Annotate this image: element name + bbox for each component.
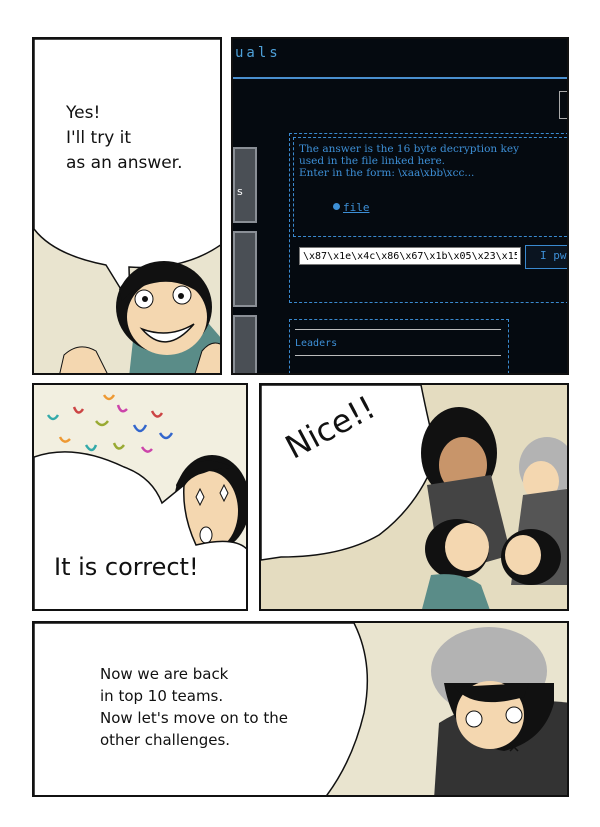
- panel-1-speech: Yes! I'll try it as an answer.: [66, 101, 183, 176]
- challenge-description: The answer is the 16 byte decryption key…: [299, 143, 559, 179]
- side-nav-button[interactable]: s: [233, 147, 257, 223]
- challenge-line: Enter in the form: \xaa\xbb\xcc...: [299, 167, 475, 179]
- challenge-line: used in the file linked here.: [299, 155, 445, 167]
- speech-line: in top 10 teams.: [100, 687, 224, 705]
- challenge-line: The answer is the 16 byte decryption key: [299, 143, 520, 155]
- side-nav-button[interactable]: [233, 231, 257, 307]
- panel-4: Nice!!: [259, 383, 569, 611]
- side-nav-button[interactable]: [233, 315, 257, 373]
- speech-line: other challenges.: [100, 731, 231, 749]
- panel-2-screen: uals s The answer is the 16 byte decrypt…: [231, 37, 569, 375]
- submit-button[interactable]: I pw: [525, 245, 567, 269]
- speech-line: I'll try it: [66, 128, 132, 148]
- panel-3: It is correct!: [32, 383, 248, 611]
- bullet-icon: [333, 203, 340, 210]
- panel-1: Yes! I'll try it as an answer.: [32, 37, 222, 375]
- panel-5-speech: Now we are back in top 10 teams. Now let…: [100, 663, 288, 751]
- panel-3-speech: It is correct!: [54, 553, 199, 581]
- leaders-divider: [295, 329, 501, 330]
- side-nav-label: s: [237, 185, 243, 198]
- header-divider: [233, 77, 567, 79]
- panel-5: Now we are back in top 10 teams. Now let…: [32, 621, 569, 797]
- file-link[interactable]: file: [343, 201, 370, 214]
- site-header-title: uals: [235, 45, 281, 61]
- leaders-divider: [295, 355, 501, 356]
- speech-line: as an answer.: [66, 153, 183, 173]
- leaders-label: Leaders: [295, 338, 338, 349]
- answer-input[interactable]: [299, 247, 521, 265]
- header-box: [559, 91, 567, 119]
- speech-line: Now we are back: [100, 665, 229, 683]
- speech-line: Now let's move on to the: [100, 709, 288, 727]
- speech-line: Yes!: [66, 103, 101, 123]
- panel-1-art: [34, 39, 220, 373]
